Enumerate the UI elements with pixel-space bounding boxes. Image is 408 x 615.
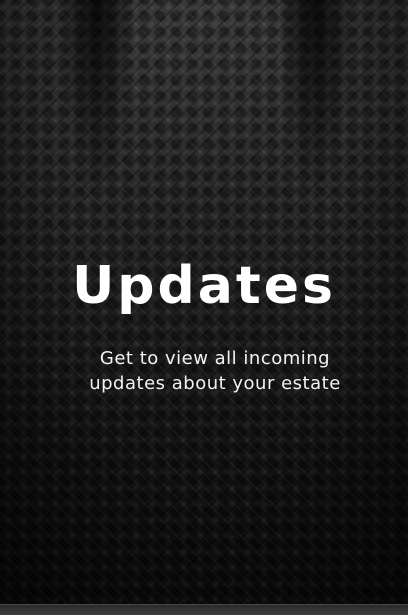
onboarding-content: Updates Get to view all incoming updates… <box>0 0 408 615</box>
bottom-bar <box>0 604 408 615</box>
page-description: Get to view all incoming updates about y… <box>89 348 341 394</box>
onboarding-screen[interactable]: Updates Get to view all incoming updates… <box>0 0 408 615</box>
page-title: Updates <box>72 256 336 316</box>
